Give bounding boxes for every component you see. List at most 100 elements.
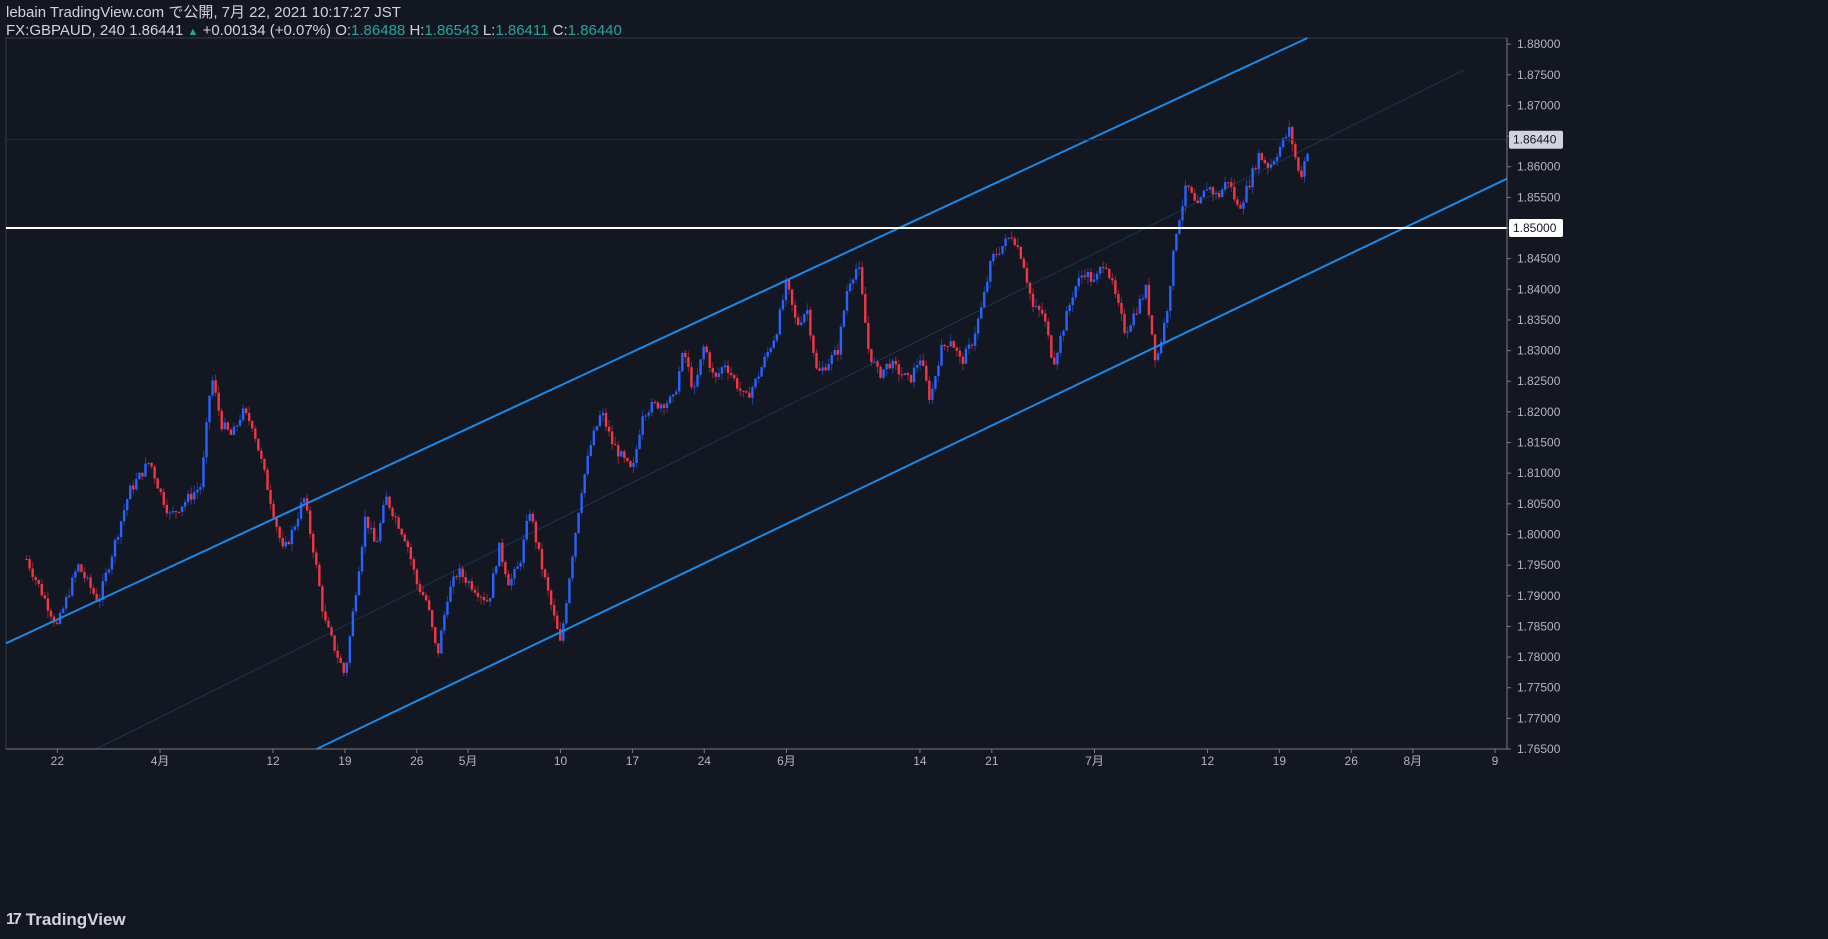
low-label: L: <box>482 22 496 39</box>
candle-down <box>995 253 998 255</box>
channel-upper-line <box>5 37 1308 645</box>
candle-up <box>104 572 108 582</box>
candle-up <box>1172 250 1175 286</box>
candle-up <box>232 426 236 435</box>
candle-up <box>458 568 461 578</box>
candle-up <box>681 352 684 372</box>
candle-up <box>125 499 129 511</box>
candle-up <box>854 268 858 280</box>
candle-down <box>1193 192 1196 201</box>
candle-up <box>1068 305 1071 311</box>
candle-up <box>568 578 571 604</box>
candle-down <box>1108 268 1111 278</box>
candle-down <box>1037 305 1041 310</box>
candle-up <box>129 485 132 500</box>
candle-up <box>934 376 937 389</box>
symbol-ohlc-line: FX:GBPAUD, 240 1.86441 ▲ +0.00134 (+0.07… <box>6 22 622 41</box>
candle-up <box>647 412 650 416</box>
candle-down <box>1294 144 1297 158</box>
price-tick-label: 1.87500 <box>1517 68 1561 82</box>
publish-info: lebain TradingView.com で公開, 7月 22, 2021 … <box>6 4 401 21</box>
candle-down <box>427 600 431 611</box>
price-chart[interactable]: 1.880001.875001.870001.865001.860001.855… <box>0 0 1828 939</box>
price-tick-label: 1.78000 <box>1517 650 1561 664</box>
time-tick-label: 14 <box>913 754 927 768</box>
candle-up <box>528 513 531 521</box>
candle-up <box>976 318 980 334</box>
candle-up <box>1141 298 1145 300</box>
candle-up <box>778 309 782 335</box>
candle-down <box>388 496 391 508</box>
candle-up <box>71 577 74 596</box>
candle-down <box>156 478 159 489</box>
candle-down <box>1031 293 1035 307</box>
candle-up <box>1034 305 1038 307</box>
candle-up <box>199 487 202 490</box>
candle-up <box>1306 153 1309 162</box>
candle-down <box>275 517 278 527</box>
candle-up <box>931 388 934 400</box>
candle-up <box>757 376 760 379</box>
candle-up <box>754 378 757 388</box>
candle-down <box>958 350 962 357</box>
channel-lower-line <box>316 177 1508 750</box>
candle-down <box>409 546 413 560</box>
candle-up <box>1175 233 1178 251</box>
candle-down <box>333 635 336 651</box>
candle-down <box>900 374 904 376</box>
candle-down <box>412 559 416 570</box>
candle-down <box>214 380 217 393</box>
candle-down <box>610 431 614 445</box>
tradingview-brand[interactable]: 17 TradingView <box>6 910 126 930</box>
candle-down <box>1010 237 1013 239</box>
candle-up <box>1001 246 1004 254</box>
candle-down <box>397 517 400 529</box>
candle-down <box>708 352 711 368</box>
candle-up <box>348 636 352 663</box>
candle-up <box>1242 202 1245 209</box>
price-tick-label: 1.84000 <box>1517 282 1561 296</box>
candle-up <box>1138 299 1141 314</box>
grid <box>5 37 1508 750</box>
candle-up <box>772 340 775 349</box>
candle-down <box>260 450 263 459</box>
price-tick-label: 1.77000 <box>1517 711 1561 725</box>
candle-up <box>1202 190 1206 198</box>
candle-up <box>238 419 242 426</box>
candle-down <box>1105 267 1108 269</box>
price-tick-label: 1.82500 <box>1517 374 1561 388</box>
candle-up <box>379 523 382 542</box>
candle-up <box>903 373 907 376</box>
candle-up <box>382 504 385 524</box>
candle-up <box>882 369 885 378</box>
candle-up <box>723 365 727 368</box>
candle-down <box>876 361 879 367</box>
candle-down <box>812 335 815 353</box>
time-axis: 22 4月 12 19 26 5月 10 17 24 6月 14 21 7月 12 19 26 8月 9 <box>6 748 1507 768</box>
candle-down <box>809 309 812 336</box>
candle-down <box>955 347 958 351</box>
candle-down <box>403 534 406 542</box>
candle-down <box>485 600 489 602</box>
candle-down <box>244 408 248 413</box>
candle-up <box>678 371 681 392</box>
candle-down <box>342 662 345 673</box>
time-tick-label: 7月 <box>1085 754 1104 768</box>
candle-down <box>787 279 791 290</box>
candle-up <box>1007 237 1010 239</box>
candle-up <box>586 455 589 475</box>
candle-up <box>135 479 138 490</box>
candle-up <box>989 261 992 282</box>
candle-up <box>1275 156 1279 161</box>
candle-up <box>354 595 358 612</box>
candle-up <box>196 489 199 493</box>
candle-down <box>1050 335 1053 358</box>
close-label: C: <box>552 22 568 39</box>
chart-header: lebain TradingView.com で公開, 7月 22, 2021 … <box>6 4 622 41</box>
candle-down <box>430 610 434 628</box>
candle-up <box>351 611 355 637</box>
candle-up <box>113 539 117 557</box>
candle-down <box>373 527 376 542</box>
candle-down <box>726 365 730 374</box>
candle-down <box>745 391 748 393</box>
